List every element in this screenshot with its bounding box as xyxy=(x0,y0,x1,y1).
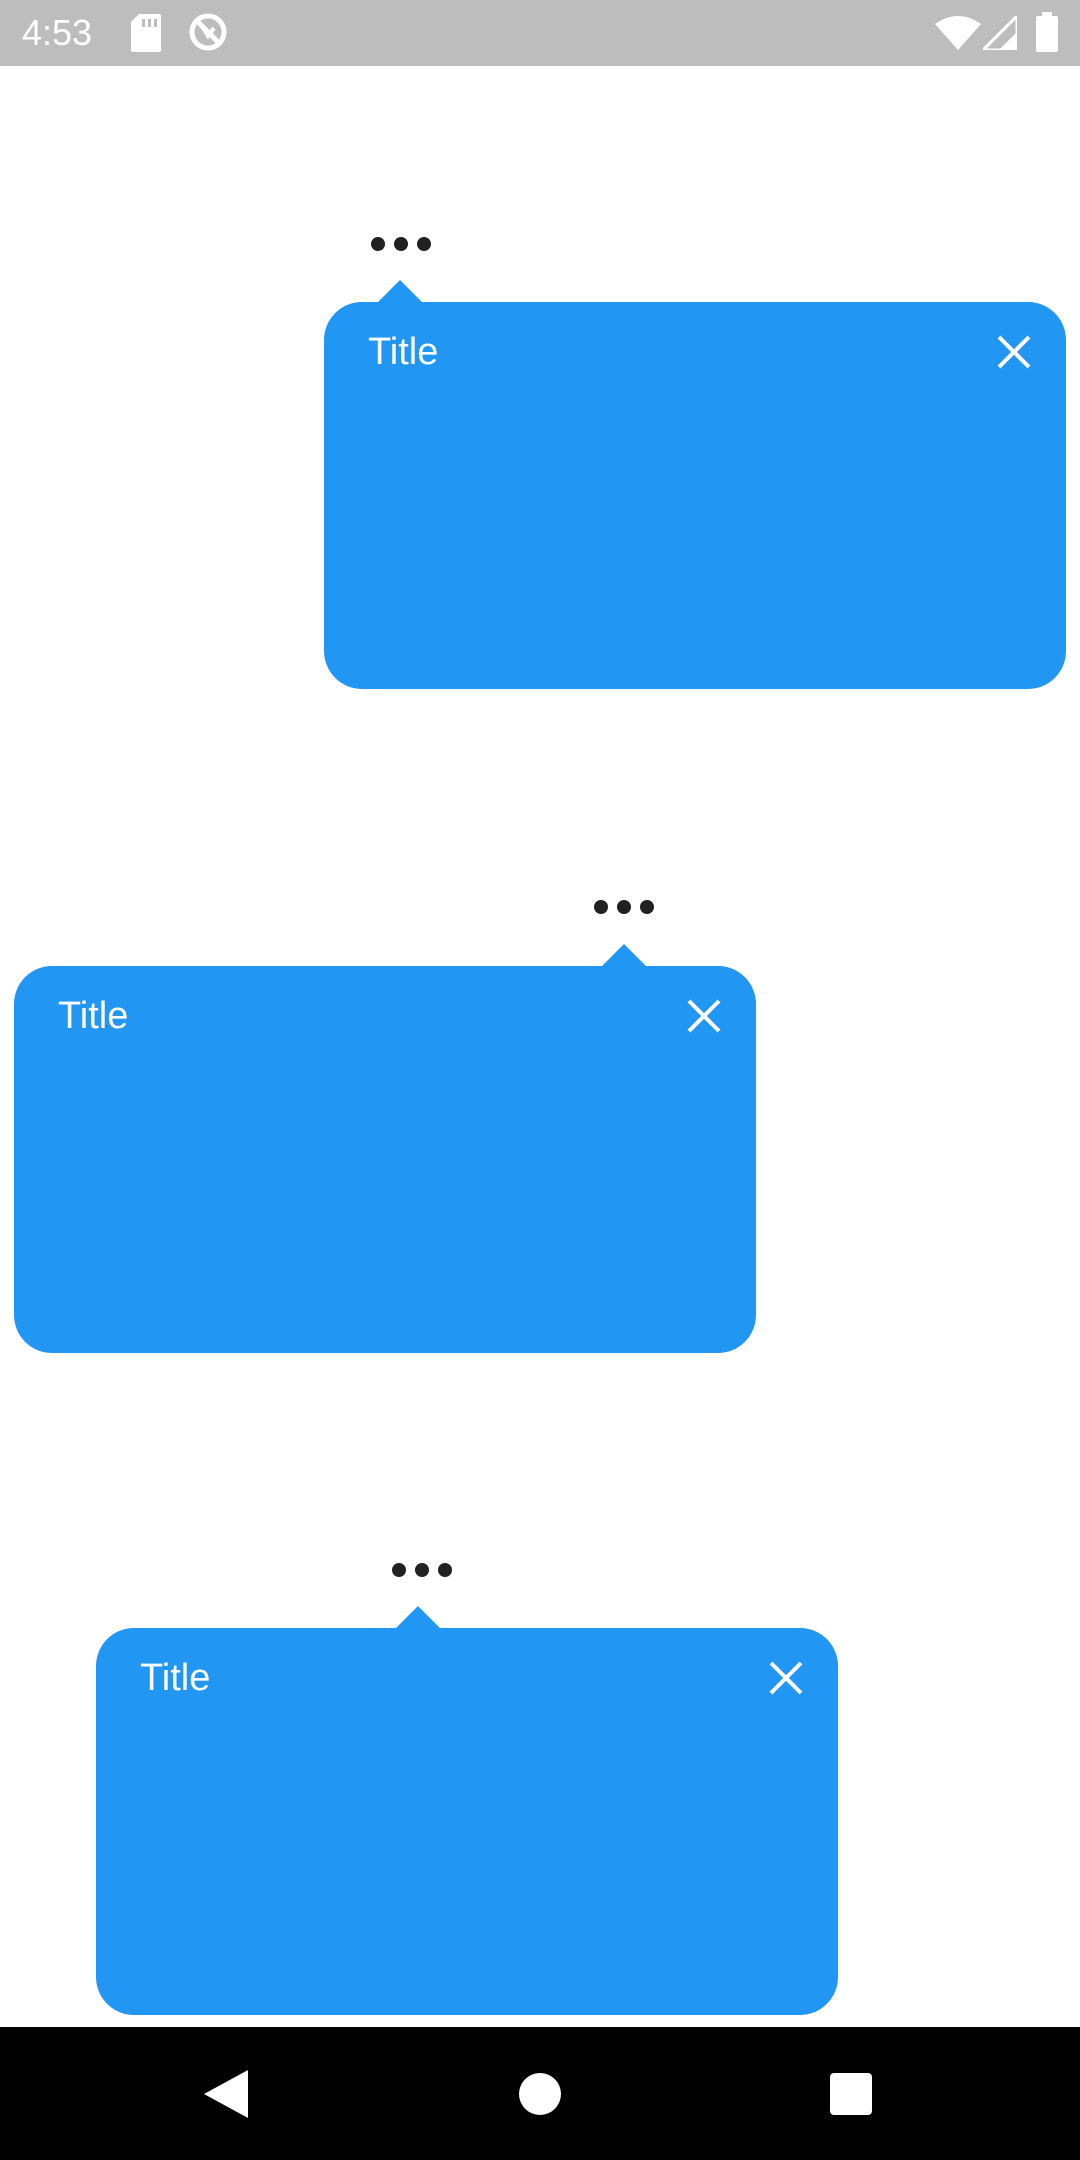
status-bar: 4:53 xyxy=(0,0,1080,66)
sd-card-icon xyxy=(131,14,161,52)
close-icon xyxy=(769,1661,803,1695)
tooltip-popup: Title xyxy=(14,944,756,1353)
tooltip-arrow xyxy=(396,1606,440,1628)
more-horizontal-icon[interactable] xyxy=(594,899,654,915)
home-button[interactable] xyxy=(510,2067,570,2121)
back-icon xyxy=(204,2070,248,2118)
tooltip-popup: Title xyxy=(324,280,1066,689)
close-icon xyxy=(997,335,1031,369)
close-button[interactable] xyxy=(676,988,732,1044)
sync-disabled-icon xyxy=(188,12,228,52)
home-icon xyxy=(519,2073,561,2115)
signal-icon xyxy=(983,16,1017,50)
popup-title: Title xyxy=(368,331,439,373)
popup-title: Title xyxy=(140,1657,211,1699)
recents-icon xyxy=(830,2073,872,2115)
wifi-icon xyxy=(935,16,981,50)
status-time: 4:53 xyxy=(22,12,93,53)
more-horizontal-icon[interactable] xyxy=(371,236,431,252)
recents-button[interactable] xyxy=(821,2067,881,2121)
battery-icon xyxy=(1036,12,1058,52)
back-button[interactable] xyxy=(196,2067,256,2121)
more-horizontal-icon[interactable] xyxy=(392,1562,452,1578)
navigation-bar xyxy=(0,2027,1080,2160)
close-button[interactable] xyxy=(986,324,1042,380)
close-button[interactable] xyxy=(758,1650,814,1706)
tooltip-arrow xyxy=(378,280,422,302)
popup-title: Title xyxy=(58,995,129,1037)
tooltip-arrow xyxy=(602,944,646,966)
close-icon xyxy=(687,999,721,1033)
tooltip-popup: Title xyxy=(96,1606,838,2015)
